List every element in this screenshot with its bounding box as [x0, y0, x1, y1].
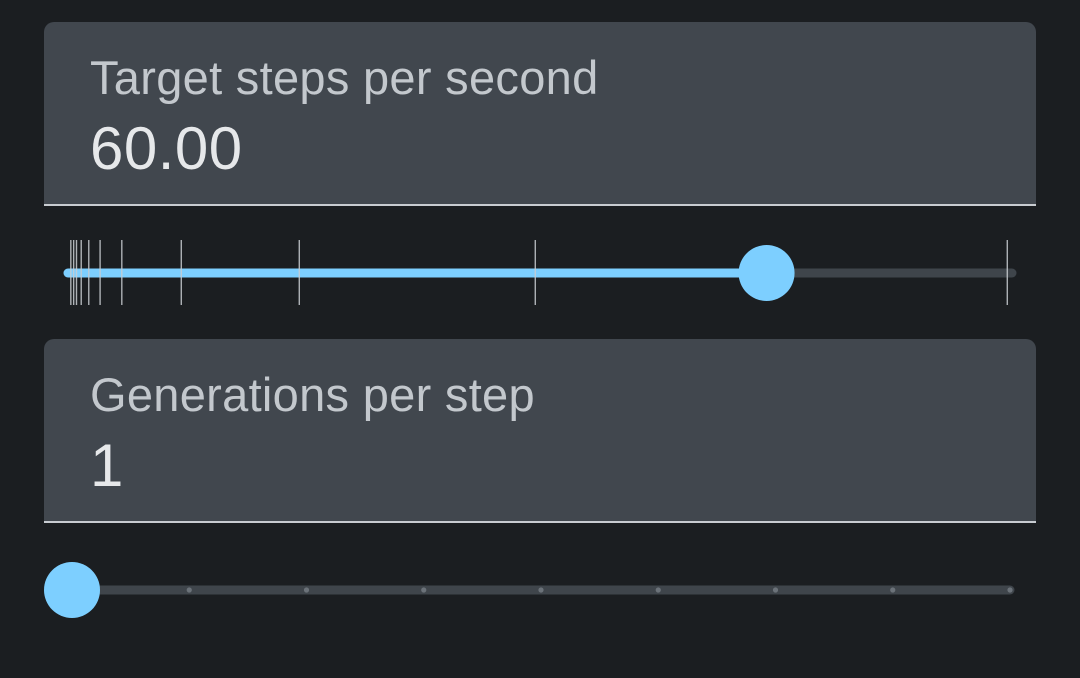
slider-thumb[interactable] — [738, 245, 795, 301]
generations-per-step-field[interactable]: Generations per step 1 — [44, 339, 1036, 523]
steps-per-second-field[interactable]: Target steps per second 60.00 — [44, 22, 1036, 206]
generations-per-step-label: Generations per step — [90, 368, 535, 421]
slider-step-dot — [421, 587, 427, 593]
steps-slider-graphic[interactable] — [44, 238, 1036, 308]
slider-step-dot — [538, 587, 544, 593]
slider-step-dot — [772, 587, 779, 593]
steps-per-second-label: Target steps per second — [90, 51, 599, 104]
slider-step-dot — [655, 587, 661, 593]
slider-step-dot — [303, 587, 310, 593]
generations-per-step-slider[interactable] — [44, 555, 1036, 625]
slider-step-dot — [186, 587, 192, 593]
generations-slider-graphic[interactable] — [44, 555, 1036, 625]
steps-per-second-value[interactable]: 60.00 — [90, 114, 243, 183]
slider-thumb[interactable] — [44, 562, 100, 618]
steps-per-second-slider[interactable] — [44, 238, 1036, 308]
generations-per-step-value[interactable]: 1 — [90, 431, 124, 500]
slider-step-dot — [890, 587, 896, 593]
slider-step-dot — [1007, 587, 1013, 593]
